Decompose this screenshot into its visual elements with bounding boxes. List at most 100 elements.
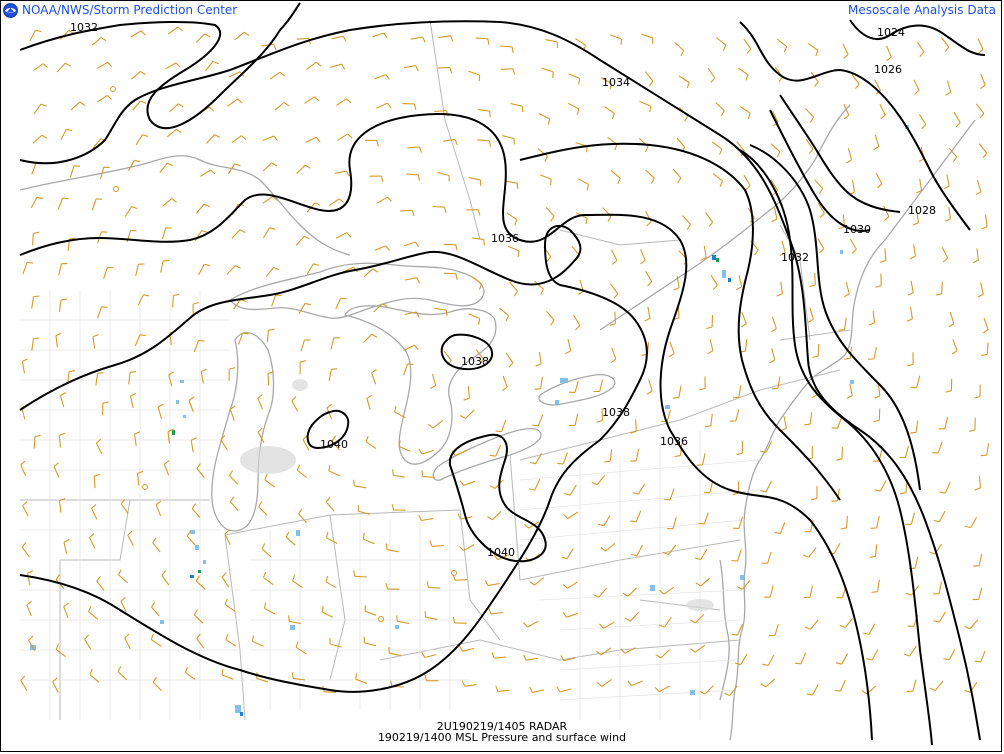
county-lines-east	[519, 430, 761, 720]
wind-barb-feather	[884, 216, 890, 222]
wind-barb-feather	[66, 128, 73, 132]
wind-barb-feather	[455, 273, 458, 280]
wind-barb	[771, 348, 776, 361]
wind-barb-feather	[346, 170, 350, 177]
wind-barb-feather	[414, 241, 420, 248]
isobar-1038-ring	[19, 224, 648, 693]
wind-barb	[678, 385, 682, 398]
wind-barb	[509, 281, 518, 292]
wind-barb-feather	[353, 570, 356, 577]
wind-barb-feather	[106, 95, 113, 100]
wind-barb	[135, 134, 143, 146]
wind-barb-feather	[495, 430, 502, 433]
wind-barb-feather	[932, 452, 939, 454]
wind-barb	[912, 679, 917, 692]
wind-barb	[185, 671, 196, 680]
wind-barb	[669, 488, 675, 500]
wind-barb-feather	[130, 392, 136, 397]
wind-barb	[614, 311, 616, 324]
wind-barb	[913, 244, 917, 257]
wind-barb-feather	[237, 98, 243, 104]
wind-barb	[326, 537, 338, 544]
wind-barb-feather	[771, 218, 778, 223]
wind-barb	[532, 689, 545, 693]
wind-barb-feather	[544, 155, 548, 162]
wind-barb	[267, 373, 270, 386]
wind-barb-feather	[708, 221, 714, 228]
wind-barb-feather	[644, 146, 649, 153]
wind-barb	[29, 29, 36, 42]
wind-barb	[847, 148, 853, 161]
wind-barb-feather	[131, 206, 138, 210]
wind-barb-feather	[262, 571, 267, 578]
wind-barb-feather	[811, 394, 818, 399]
wind-barb-feather	[945, 390, 952, 393]
wind-barb	[918, 114, 927, 125]
wind-barb-feather	[613, 293, 619, 299]
wind-barb-feather	[298, 508, 303, 515]
wind-barb-feather	[972, 259, 979, 264]
wind-barb-feather	[809, 117, 815, 123]
wind-barb	[559, 688, 572, 693]
wind-barb-feather	[762, 663, 769, 667]
wind-barb	[56, 62, 66, 73]
wind-barb	[808, 547, 817, 558]
wind-barb-feather	[880, 259, 887, 263]
wind-barb-feather	[866, 658, 873, 661]
wind-barb-feather	[624, 617, 631, 622]
wind-barb-feather	[89, 668, 93, 675]
wind-barb	[468, 177, 481, 181]
wind-barb	[944, 481, 951, 494]
isobars	[19, 2, 986, 746]
radar-cell	[665, 405, 670, 409]
wind-barb	[274, 102, 285, 111]
wind-barb	[980, 650, 986, 663]
wind-barb-feather	[134, 431, 141, 435]
radar-cell	[172, 430, 175, 435]
wind-barb-feather	[342, 35, 347, 42]
wind-barb-feather	[943, 185, 950, 190]
wind-barb-feather	[94, 473, 101, 477]
wind-barb	[817, 238, 825, 250]
wind-barb	[292, 580, 303, 589]
wind-barb	[645, 169, 655, 179]
wind-barb	[455, 579, 468, 581]
wind-barb-feather	[933, 620, 940, 623]
wind-barb	[26, 604, 32, 617]
radar-cell	[690, 690, 695, 695]
wind-barb-feather	[649, 106, 652, 113]
wind-barb-feather	[585, 218, 588, 225]
wind-barb-feather	[454, 139, 458, 146]
radar-cell	[240, 712, 243, 716]
wind-barb-feather	[809, 284, 816, 288]
wind-barb-feather	[906, 318, 913, 322]
wind-barb-feather	[264, 473, 268, 481]
wind-barb-feather	[719, 148, 723, 155]
wind-barb-feather	[140, 100, 147, 104]
wind-barb	[938, 581, 942, 594]
wind-barb-feather	[87, 605, 92, 612]
wind-barb-feather	[974, 487, 981, 491]
wind-barb-feather	[444, 207, 447, 214]
wind-barb-feather	[427, 423, 434, 429]
wind-barb	[397, 620, 410, 624]
wind-barb	[569, 484, 577, 496]
wind-barb	[167, 431, 170, 444]
radar-cell	[728, 278, 731, 282]
wind-barb-feather	[142, 134, 149, 138]
wind-barb	[155, 504, 162, 517]
wind-barb	[629, 611, 640, 622]
wind-barb	[648, 379, 653, 392]
wind-barb-feather	[804, 423, 811, 426]
wind-barb	[735, 409, 740, 422]
wind-barb-feather	[241, 135, 247, 140]
wind-barb-feather	[978, 48, 984, 54]
wind-barb-feather	[769, 359, 776, 364]
wind-barb	[471, 276, 483, 285]
wind-barb	[878, 408, 881, 421]
wind-barb	[562, 452, 568, 465]
wind-barb-feather	[627, 680, 632, 686]
wind-barb-feather	[647, 281, 653, 287]
wind-barb	[497, 689, 510, 692]
wind-barb	[976, 179, 982, 192]
